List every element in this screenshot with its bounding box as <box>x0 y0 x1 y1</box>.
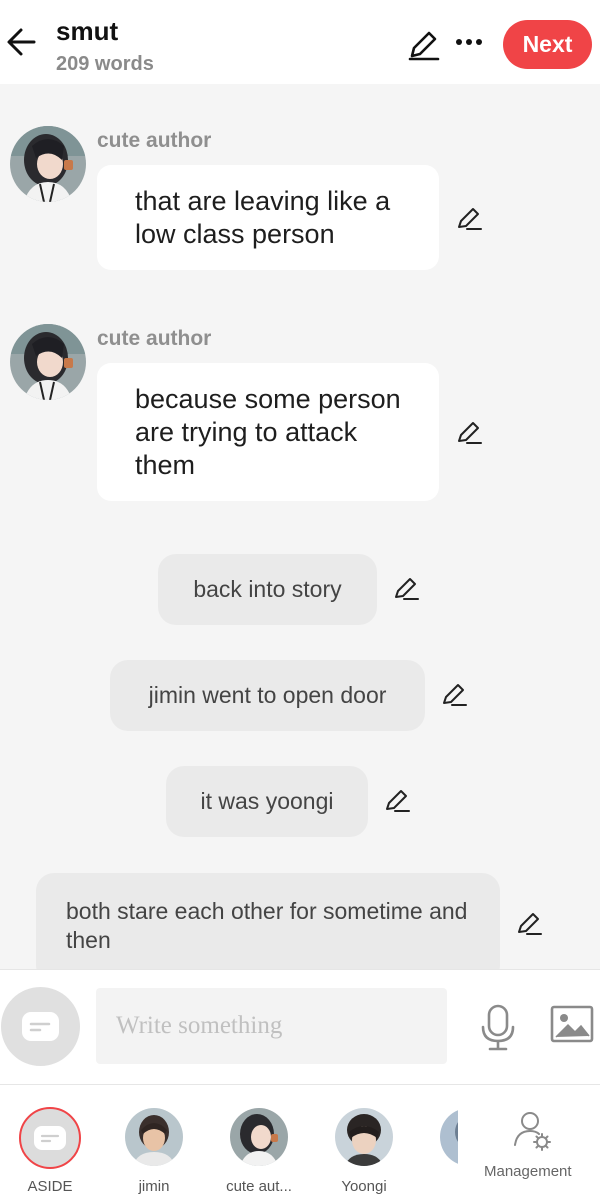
more-options-icon[interactable] <box>452 30 486 54</box>
microphone-icon[interactable] <box>478 1004 518 1052</box>
avatar <box>230 1108 288 1166</box>
message-bubble[interactable]: that are leaving like a low class person <box>97 165 439 270</box>
edit-message-icon[interactable] <box>390 572 422 604</box>
message-input[interactable] <box>96 988 447 1064</box>
character-aside[interactable]: ASIDE <box>0 1085 90 1203</box>
character-label: cute aut... <box>226 1178 292 1195</box>
composer-bar <box>0 969 600 1084</box>
top-bar: smut 209 words Next <box>0 0 600 84</box>
character-cute-author[interactable]: cute aut... <box>213 1085 303 1203</box>
edit-pencil-icon[interactable] <box>404 26 442 64</box>
avatar <box>335 1108 393 1166</box>
aside-bubble[interactable]: both stare each other for sometime and t… <box>36 873 500 969</box>
aside-bubble[interactable]: it was yoongi <box>166 766 368 837</box>
character-jimin[interactable]: jimin <box>108 1085 198 1203</box>
author-name: cute author <box>97 327 212 350</box>
character-label: Yoongi <box>341 1178 387 1195</box>
edit-message-icon[interactable] <box>438 678 470 710</box>
edit-message-icon[interactable] <box>513 907 545 939</box>
character-label: jimin <box>138 1178 170 1195</box>
message-type-button[interactable] <box>1 987 80 1066</box>
chat-bubble-icon <box>34 1126 66 1150</box>
avatar[interactable] <box>10 324 86 400</box>
author-name: cute author <box>97 129 212 152</box>
message-bubble[interactable]: because some person are trying to attack… <box>97 363 439 501</box>
aside-bubble[interactable]: jimin went to open door <box>110 660 425 731</box>
management-label[interactable]: Management <box>484 1163 572 1180</box>
aside-bubble[interactable]: back into story <box>158 554 377 625</box>
character-yoongi[interactable]: Yoongi <box>318 1085 408 1203</box>
image-icon[interactable] <box>550 1004 594 1044</box>
avatar <box>125 1108 183 1166</box>
word-count: 209 words <box>56 53 154 75</box>
story-title: smut <box>56 16 119 46</box>
edit-message-icon[interactable] <box>453 202 485 234</box>
avatar[interactable] <box>10 126 86 202</box>
back-arrow-icon[interactable] <box>4 22 40 62</box>
edit-message-icon[interactable] <box>381 784 413 816</box>
character-label: ASIDE <box>27 1178 73 1195</box>
aside-avatar <box>19 1107 81 1169</box>
avatar-partial[interactable] <box>440 1108 458 1166</box>
edit-message-icon[interactable] <box>453 416 485 448</box>
management-icon[interactable] <box>510 1109 554 1153</box>
next-button[interactable]: Next <box>503 20 592 69</box>
chat-bubble-icon <box>22 1012 59 1041</box>
character-bar: ASIDE jimin cute aut... Yoongi Managemen… <box>0 1084 600 1203</box>
chat-area[interactable]: cute author that are leaving like a low … <box>0 84 600 969</box>
